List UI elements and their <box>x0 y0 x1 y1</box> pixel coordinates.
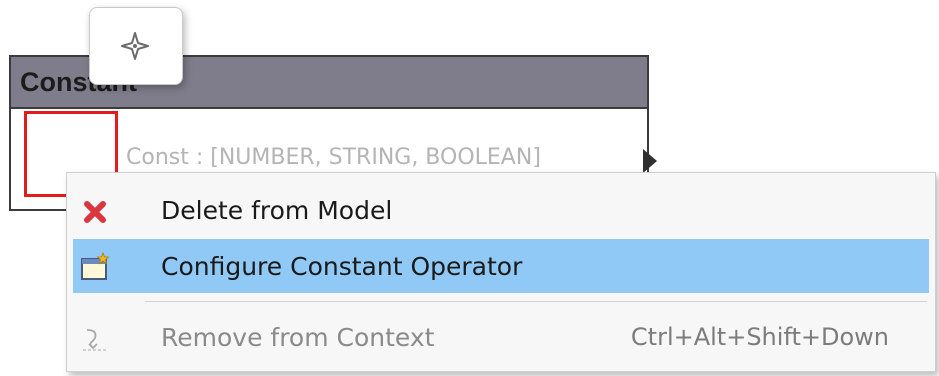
remove-from-context-icon <box>83 329 107 351</box>
context-menu: Delete from Model Configure Constant Ope… <box>66 172 936 372</box>
node-output-label: Const : [NUMBER, STRING, BOOLEAN] <box>126 145 541 170</box>
tool-popup[interactable] <box>89 7 183 85</box>
menu-item-label: Configure Constant Operator <box>161 251 523 281</box>
menu-item-label: Delete from Model <box>161 195 393 225</box>
configure-window-icon <box>81 251 110 280</box>
menu-item-label: Remove from Context <box>161 322 435 352</box>
menu-item-shortcut: Ctrl+Alt+Shift+Down <box>630 323 889 351</box>
menu-item-delete-from-model[interactable]: Delete from Model <box>73 183 929 237</box>
menu-item-remove-from-context[interactable]: Remove from Context Ctrl+Alt+Shift+Down <box>73 310 929 364</box>
menu-item-configure-constant-operator[interactable]: Configure Constant Operator <box>73 239 929 293</box>
move-cursor-icon[interactable] <box>119 30 151 62</box>
output-port-arrow-icon[interactable] <box>643 149 657 173</box>
delete-x-icon <box>84 201 106 223</box>
menu-separator <box>145 301 927 302</box>
